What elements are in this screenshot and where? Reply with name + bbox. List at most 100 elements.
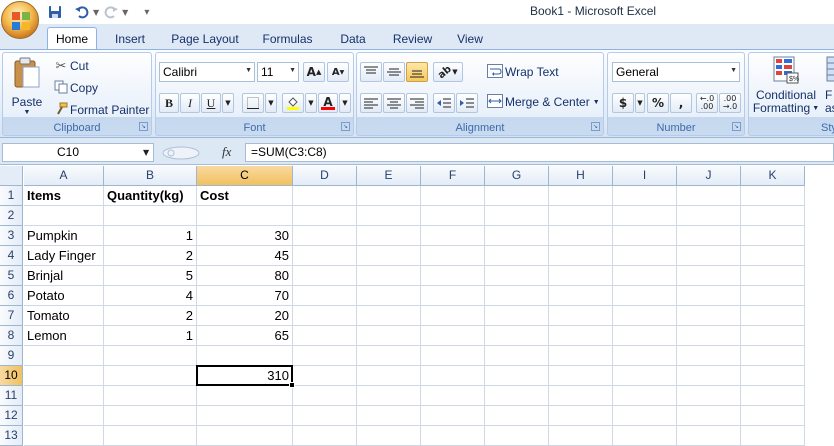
font-color-dropdown-icon[interactable]: ▼ (339, 93, 351, 113)
cell-g10[interactable] (485, 366, 549, 386)
cell-c2[interactable] (197, 206, 293, 226)
cell-e4[interactable] (357, 246, 421, 266)
cell-a7[interactable]: Tomato (24, 306, 104, 326)
cell-f7[interactable] (421, 306, 485, 326)
cell-b2[interactable] (104, 206, 197, 226)
cell-b5[interactable]: 5 (104, 266, 197, 286)
cell-a1[interactable]: Items (24, 186, 104, 206)
cell-h2[interactable] (549, 206, 613, 226)
cell-b10[interactable] (104, 366, 197, 386)
cell-h12[interactable] (549, 406, 613, 426)
cell-h7[interactable] (549, 306, 613, 326)
wrap-text-button[interactable]: Wrap Text (485, 63, 559, 81)
tab-home[interactable]: Home (47, 27, 97, 50)
cell-g11[interactable] (485, 386, 549, 406)
percent-icon[interactable]: % (647, 93, 669, 113)
cell-g13[interactable] (485, 426, 549, 446)
cell-a3[interactable]: Pumpkin (24, 226, 104, 246)
undo-icon[interactable] (73, 4, 90, 21)
align-right-icon[interactable] (406, 93, 428, 113)
row-header-2[interactable]: 2 (0, 206, 23, 226)
font-name-combo[interactable]: Calibri ▼ (159, 62, 255, 82)
currency-icon[interactable]: $ (612, 93, 634, 113)
paste-button[interactable]: Paste ▼ (7, 55, 47, 117)
cell-e9[interactable] (357, 346, 421, 366)
cell-j1[interactable] (677, 186, 741, 206)
cell-h6[interactable] (549, 286, 613, 306)
cell-d4[interactable] (293, 246, 357, 266)
column-header-i[interactable]: I (613, 166, 677, 186)
cell-j3[interactable] (677, 226, 741, 246)
merge-center-button[interactable]: Merge & Center ▼ (485, 93, 600, 111)
cell-f12[interactable] (421, 406, 485, 426)
row-header-4[interactable]: 4 (0, 246, 23, 266)
italic-icon[interactable]: I (180, 93, 200, 113)
customize-qat-icon[interactable]: ▾ (144, 7, 149, 18)
cell-g7[interactable] (485, 306, 549, 326)
cell-d12[interactable] (293, 406, 357, 426)
font-launcher-icon[interactable]: ↘ (341, 122, 350, 131)
cell-i2[interactable] (613, 206, 677, 226)
align-top-icon[interactable] (360, 62, 382, 82)
column-header-h[interactable]: H (549, 166, 613, 186)
tab-formulas[interactable]: Formulas (255, 27, 320, 50)
cell-f1[interactable] (421, 186, 485, 206)
cell-c3[interactable]: 30 (197, 226, 293, 246)
cell-j11[interactable] (677, 386, 741, 406)
cell-b8[interactable]: 1 (104, 326, 197, 346)
name-box[interactable]: C10 (2, 143, 154, 162)
cell-c6[interactable]: 70 (197, 286, 293, 306)
borders-dropdown-icon[interactable]: ▼ (265, 93, 277, 113)
font-color-icon[interactable]: A (318, 93, 338, 113)
cell-c7[interactable]: 20 (197, 306, 293, 326)
cell-k12[interactable] (741, 406, 805, 426)
cell-k9[interactable] (741, 346, 805, 366)
cell-b3[interactable]: 1 (104, 226, 197, 246)
cell-h5[interactable] (549, 266, 613, 286)
cell-h8[interactable] (549, 326, 613, 346)
cell-a5[interactable]: Brinjal (24, 266, 104, 286)
save-icon[interactable] (46, 4, 63, 21)
cell-d13[interactable] (293, 426, 357, 446)
column-header-k[interactable]: K (741, 166, 805, 186)
cell-f6[interactable] (421, 286, 485, 306)
cell-i3[interactable] (613, 226, 677, 246)
number-format-dropdown-icon[interactable]: ▼ (730, 67, 737, 74)
cell-a11[interactable] (24, 386, 104, 406)
cell-e2[interactable] (357, 206, 421, 226)
cell-b11[interactable] (104, 386, 197, 406)
column-header-f[interactable]: F (421, 166, 485, 186)
merge-center-dropdown-icon[interactable]: ▼ (593, 99, 600, 106)
cell-i9[interactable] (613, 346, 677, 366)
cell-a12[interactable] (24, 406, 104, 426)
row-header-12[interactable]: 12 (0, 406, 23, 426)
comma-style-icon[interactable]: , (670, 93, 692, 113)
column-header-e[interactable]: E (357, 166, 421, 186)
cell-g12[interactable] (485, 406, 549, 426)
cell-d9[interactable] (293, 346, 357, 366)
cut-button[interactable]: ✂ Cut (52, 57, 89, 75)
cell-j9[interactable] (677, 346, 741, 366)
cell-j4[interactable] (677, 246, 741, 266)
cell-d7[interactable] (293, 306, 357, 326)
cell-j8[interactable] (677, 326, 741, 346)
cell-a6[interactable]: Potato (24, 286, 104, 306)
row-header-7[interactable]: 7 (0, 306, 23, 326)
row-header-9[interactable]: 9 (0, 346, 23, 366)
number-launcher-icon[interactable]: ↘ (732, 122, 741, 131)
cell-a9[interactable] (24, 346, 104, 366)
cell-j2[interactable] (677, 206, 741, 226)
insert-function-icon[interactable]: fx (222, 144, 231, 160)
cell-a2[interactable] (24, 206, 104, 226)
cell-d6[interactable] (293, 286, 357, 306)
cell-e1[interactable] (357, 186, 421, 206)
align-bottom-icon[interactable] (406, 62, 428, 82)
cell-i6[interactable] (613, 286, 677, 306)
column-header-b[interactable]: B (104, 166, 197, 186)
redo-dropdown-icon[interactable]: ▼ (122, 8, 128, 17)
cell-i10[interactable] (613, 366, 677, 386)
cell-c5[interactable]: 80 (197, 266, 293, 286)
copy-button[interactable]: Copy (52, 79, 98, 97)
cell-f11[interactable] (421, 386, 485, 406)
cell-f5[interactable] (421, 266, 485, 286)
